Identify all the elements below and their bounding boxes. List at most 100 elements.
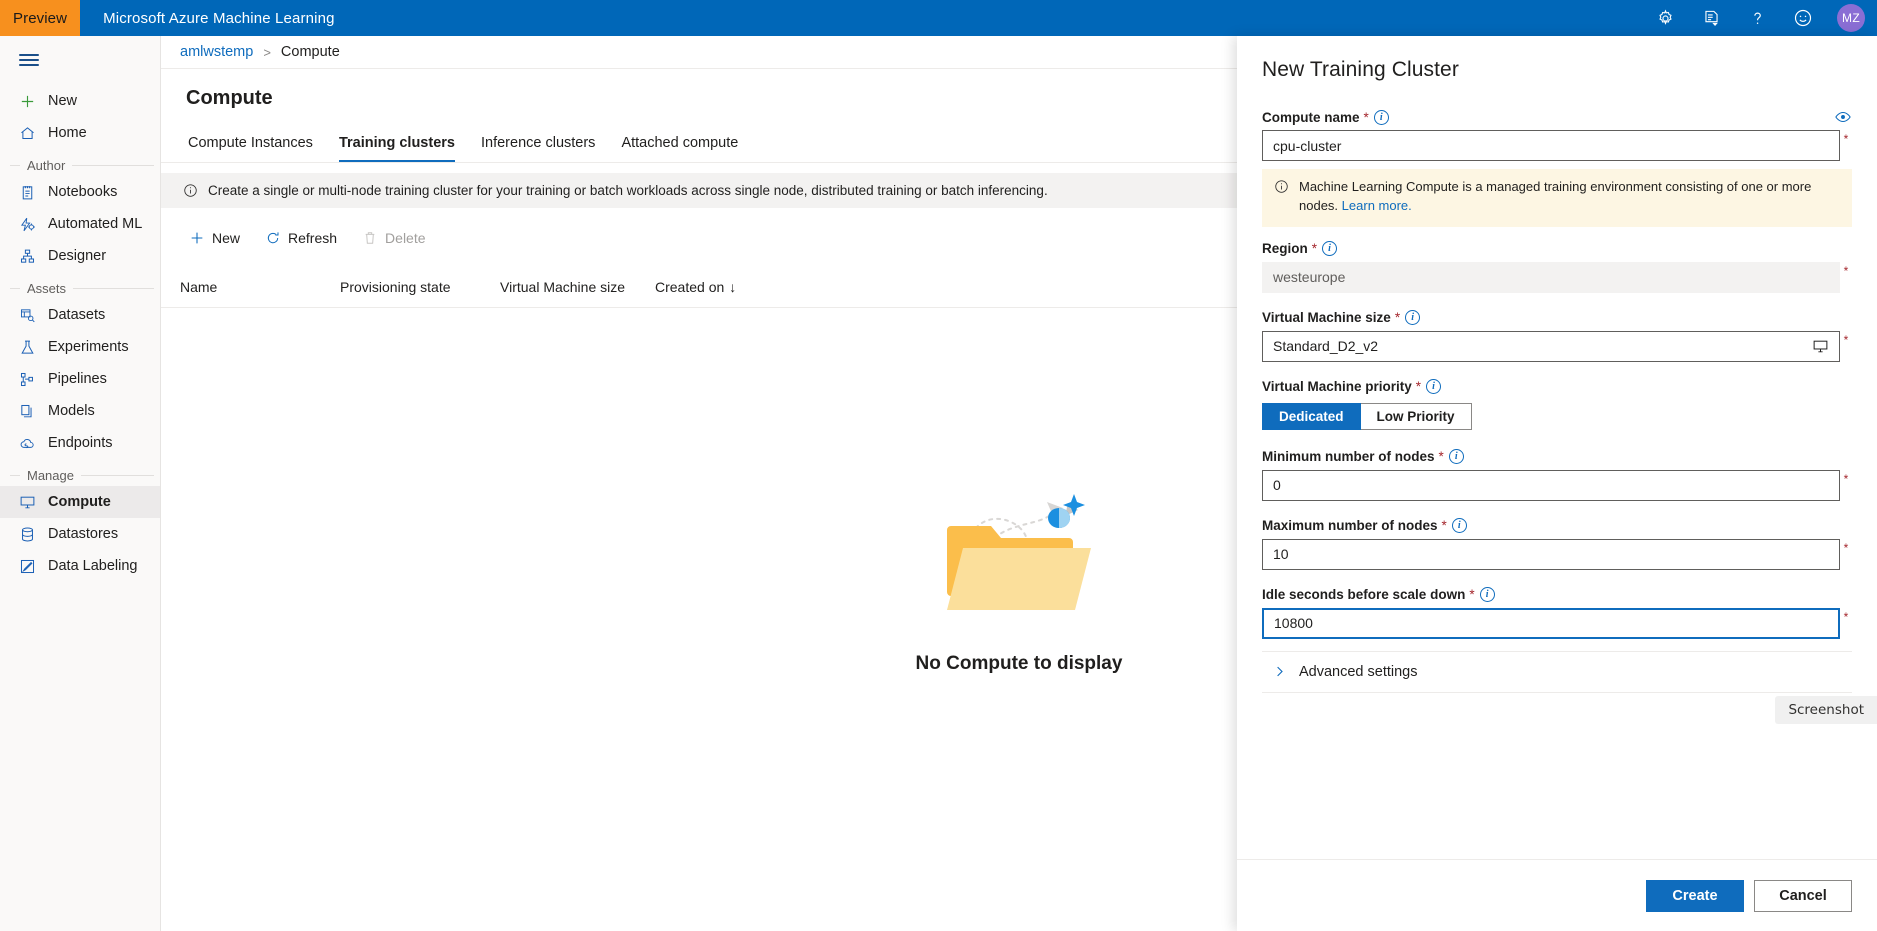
compute-monitor-icon	[18, 493, 36, 511]
screenshot-chip[interactable]: Screenshot	[1775, 696, 1877, 724]
visibility-eye-icon[interactable]	[1834, 108, 1852, 126]
refresh-icon	[265, 230, 281, 246]
sidebar-item-compute[interactable]: Compute	[0, 486, 160, 518]
new-button[interactable]: New	[179, 222, 250, 254]
sidebar-item-datastores[interactable]: Datastores	[0, 518, 160, 550]
tab-attached-compute[interactable]: Attached compute	[621, 135, 738, 162]
required-asterisk: *	[1363, 109, 1369, 125]
column-header-provisioning-state[interactable]: Provisioning state	[340, 279, 500, 295]
panel-title: New Training Cluster	[1262, 58, 1459, 81]
region-input: westeurope	[1262, 261, 1840, 293]
info-icon[interactable]: i	[1373, 109, 1389, 125]
sidebar-item-label: Endpoints	[48, 435, 113, 451]
refresh-button[interactable]: Refresh	[255, 222, 347, 254]
pipelines-icon	[18, 370, 36, 388]
sidebar-item-notebooks[interactable]: Notebooks	[0, 176, 160, 208]
idle-seconds-label: Idle seconds before scale down	[1262, 587, 1466, 603]
sidebar-item-models[interactable]: Models	[0, 395, 160, 427]
new-button-label: New	[212, 230, 241, 246]
required-indicator: *	[1843, 540, 1849, 555]
required-asterisk: *	[1394, 310, 1401, 326]
info-icon[interactable]: i	[1426, 379, 1442, 395]
tab-training-clusters[interactable]: Training clusters	[338, 135, 455, 162]
column-header-vm-size[interactable]: Virtual Machine size	[500, 279, 655, 295]
notice-text-wrap: Machine Learning Compute is a managed tr…	[1299, 178, 1840, 216]
sidebar-item-new[interactable]: New	[0, 85, 160, 117]
column-header-created-on-label: Created on	[655, 278, 725, 295]
field-compute-name: Compute name * i cpu-cluster *	[1262, 104, 1852, 161]
info-icon[interactable]: i	[1451, 518, 1467, 534]
automated-ml-icon	[18, 215, 36, 233]
sidebar-item-experiments[interactable]: Experiments	[0, 331, 160, 363]
idle-seconds-input[interactable]: 10800	[1262, 607, 1840, 639]
avatar[interactable]: MZ	[1837, 4, 1865, 32]
sidebar: New Home Author Notebooks Automated ML D…	[0, 36, 161, 931]
create-button[interactable]: Create	[1646, 879, 1744, 912]
vm-priority-option-dedicated[interactable]: Dedicated	[1262, 402, 1361, 430]
sidebar-item-label: Home	[48, 125, 87, 141]
idle-seconds-value: 10800	[1274, 615, 1313, 632]
sidebar-item-label: Datastores	[48, 526, 119, 542]
tab-compute-instances[interactable]: Compute Instances	[188, 135, 313, 162]
column-header-name[interactable]: Name	[180, 279, 340, 295]
compute-name-input[interactable]: cpu-cluster	[1262, 130, 1840, 161]
sidebar-item-label: Datasets	[48, 307, 106, 323]
brand-divider	[80, 0, 82, 36]
max-nodes-input-row: 10 *	[1262, 538, 1852, 570]
sidebar-item-datasets[interactable]: Datasets	[0, 299, 160, 331]
max-nodes-input[interactable]: 10	[1262, 538, 1840, 570]
info-icon[interactable]: i	[1479, 587, 1495, 603]
info-icon[interactable]: i	[1448, 449, 1464, 465]
compute-monitor-icon[interactable]	[1812, 338, 1829, 355]
refresh-button-label: Refresh	[288, 230, 338, 246]
app-title[interactable]: Microsoft Azure Machine Learning	[103, 10, 335, 27]
sidebar-item-home[interactable]: Home	[0, 117, 160, 149]
sidebar-item-pipelines[interactable]: Pipelines	[0, 363, 160, 395]
section-label: Assets	[27, 281, 67, 296]
field-region: Region * i westeurope *	[1262, 236, 1852, 293]
smiley-icon[interactable]	[1783, 0, 1823, 36]
sidebar-item-label: New	[48, 93, 78, 109]
info-icon[interactable]: i	[1322, 241, 1338, 257]
preview-badge: Preview	[0, 0, 81, 36]
max-nodes-value: 10	[1273, 546, 1289, 563]
required-indicator: *	[1843, 263, 1849, 278]
trash-icon	[362, 230, 378, 246]
panel-body: New Training Cluster Compute name * i cp…	[1237, 36, 1877, 859]
required-indicator: *	[1843, 132, 1849, 146]
help-icon[interactable]	[1737, 0, 1777, 36]
experiments-flask-icon	[18, 338, 36, 356]
sidebar-item-endpoints[interactable]: Endpoints	[0, 427, 160, 459]
required-asterisk: *	[1441, 518, 1447, 534]
column-header-created-on[interactable]: Created on ↓	[655, 279, 736, 295]
advanced-settings-toggle[interactable]: Advanced settings	[1262, 650, 1852, 693]
cancel-button[interactable]: Cancel	[1754, 879, 1852, 912]
gear-icon[interactable]	[1645, 0, 1685, 36]
models-icon	[18, 402, 36, 420]
compute-name-label: Compute name	[1262, 109, 1360, 125]
hamburger-icon[interactable]	[6, 42, 52, 78]
tab-inference-clusters[interactable]: Inference clusters	[481, 135, 595, 162]
info-icon[interactable]: i	[1405, 310, 1421, 326]
chevron-right-icon	[1272, 664, 1287, 679]
breadcrumb-workspace-link[interactable]: amlwstemp	[180, 44, 253, 60]
required-asterisk: *	[1469, 587, 1475, 603]
sidebar-section-author: Author	[0, 158, 160, 173]
vm-size-input[interactable]: Standard_D2_v2	[1262, 330, 1840, 362]
idle-seconds-input-row: 10800 *	[1262, 607, 1852, 639]
vm-priority-option-low-priority[interactable]: Low Priority	[1360, 402, 1472, 430]
delete-button-label: Delete	[385, 230, 426, 246]
max-nodes-label-row: Maximum number of nodes * i	[1262, 513, 1852, 539]
learn-more-link[interactable]: Learn more.	[1342, 198, 1412, 213]
min-nodes-input[interactable]: 0	[1262, 469, 1840, 501]
feedback-note-icon[interactable]	[1691, 0, 1731, 36]
endpoints-cloud-icon	[18, 434, 36, 452]
sidebar-item-label: Experiments	[48, 339, 129, 355]
chevron-right-icon: >	[263, 44, 271, 60]
sidebar-item-designer[interactable]: Designer	[0, 240, 160, 272]
delete-button: Delete	[352, 222, 435, 254]
region-input-row: westeurope *	[1262, 261, 1852, 293]
sidebar-item-automated-ml[interactable]: Automated ML	[0, 208, 160, 240]
sidebar-section-assets: Assets	[0, 281, 160, 296]
sidebar-item-data-labeling[interactable]: Data Labeling	[0, 550, 160, 582]
